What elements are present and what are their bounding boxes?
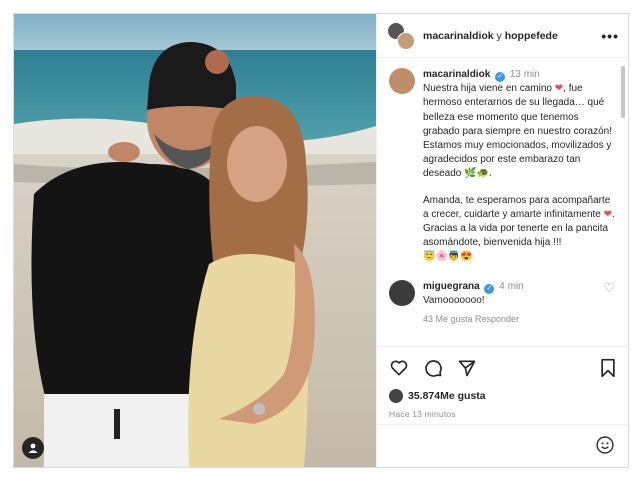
author-link[interactable]: hoppefede [505, 30, 558, 42]
author-connector: y [493, 29, 505, 42]
author-link[interactable]: macarinaldiok [423, 30, 494, 42]
collab-avatars[interactable] [387, 21, 415, 50]
avatar [389, 389, 403, 403]
verified-icon: ✓ [484, 283, 495, 294]
caption-text: Amanda, te esperamos para acompañarte a … [423, 194, 611, 220]
caption-emoji: 😇🌸👼😍 [423, 251, 473, 263]
tag-user-button[interactable] [22, 437, 44, 459]
caption-text: Estamos muy emocionados, movilizados y a… [423, 140, 612, 180]
likes-label: Me gusta [440, 390, 486, 402]
caption-text: Gracias a la vida por tenerte en la panc… [423, 223, 609, 249]
scrollbar[interactable] [621, 66, 625, 118]
bookmark-icon[interactable] [599, 358, 617, 378]
comments-section: macarinaldiok ✓ 13 min Nuestra hija vien… [377, 58, 629, 346]
post-actions: 35.874 Me gusta Hace 13 minutos [377, 346, 629, 419]
post-sidebar: macarinaldiok y hoppefede ••• macarinald… [376, 14, 629, 467]
heart-emoji-icon: ❤ [603, 208, 613, 220]
share-icon[interactable] [457, 358, 477, 378]
caption-text: Nuestra hija viene en camino [423, 83, 552, 95]
more-icon[interactable]: ••• [601, 28, 619, 44]
avatar[interactable] [397, 31, 415, 50]
avatar[interactable] [389, 279, 415, 306]
comment-body: miguegrana ✓ 4 min Vamooooooo! 43 Me gus… [423, 280, 599, 326]
add-comment-bar[interactable] [377, 424, 629, 467]
comment-time: 4 min [499, 280, 524, 292]
post-photo[interactable] [14, 14, 376, 467]
caption-username[interactable]: macarinaldiok [423, 69, 490, 80]
likes-row[interactable]: 35.874 Me gusta [389, 389, 617, 403]
comment-username[interactable]: miguegrana [423, 281, 480, 292]
caption-emoji: 🌿🐢. [464, 168, 492, 180]
verified-icon: ✓ [495, 72, 506, 82]
comment-icon[interactable] [423, 358, 443, 378]
post-authors: macarinaldiok y hoppefede [423, 30, 601, 42]
comment-meta[interactable]: 43 Me gusta Responder [423, 312, 599, 326]
caption-time: 13 min [509, 69, 540, 80]
heart-icon[interactable] [389, 358, 409, 378]
tag-user-icon [28, 443, 38, 453]
comment-like-icon[interactable]: ♡ [603, 280, 615, 326]
caption: macarinaldiok ✓ 13 min Nuestra hija vien… [389, 68, 615, 265]
avatar[interactable] [389, 68, 415, 94]
caption-text: . [612, 208, 615, 220]
heart-emoji-icon: ❤ [554, 83, 564, 95]
post-header: macarinaldiok y hoppefede ••• [377, 14, 629, 58]
emoji-icon[interactable] [595, 435, 615, 455]
post-timestamp[interactable]: Hace 13 minutos [389, 409, 617, 419]
comment-text: Vamooooooo! [423, 294, 485, 306]
couple-photo [14, 14, 376, 467]
instagram-post: macarinaldiok y hoppefede ••• macarinald… [13, 13, 629, 468]
comment: miguegrana ✓ 4 min Vamooooooo! 43 Me gus… [389, 279, 615, 326]
caption-body: macarinaldiok ✓ 13 min Nuestra hija vien… [423, 68, 615, 265]
likes-count: 35.874 [408, 390, 441, 402]
